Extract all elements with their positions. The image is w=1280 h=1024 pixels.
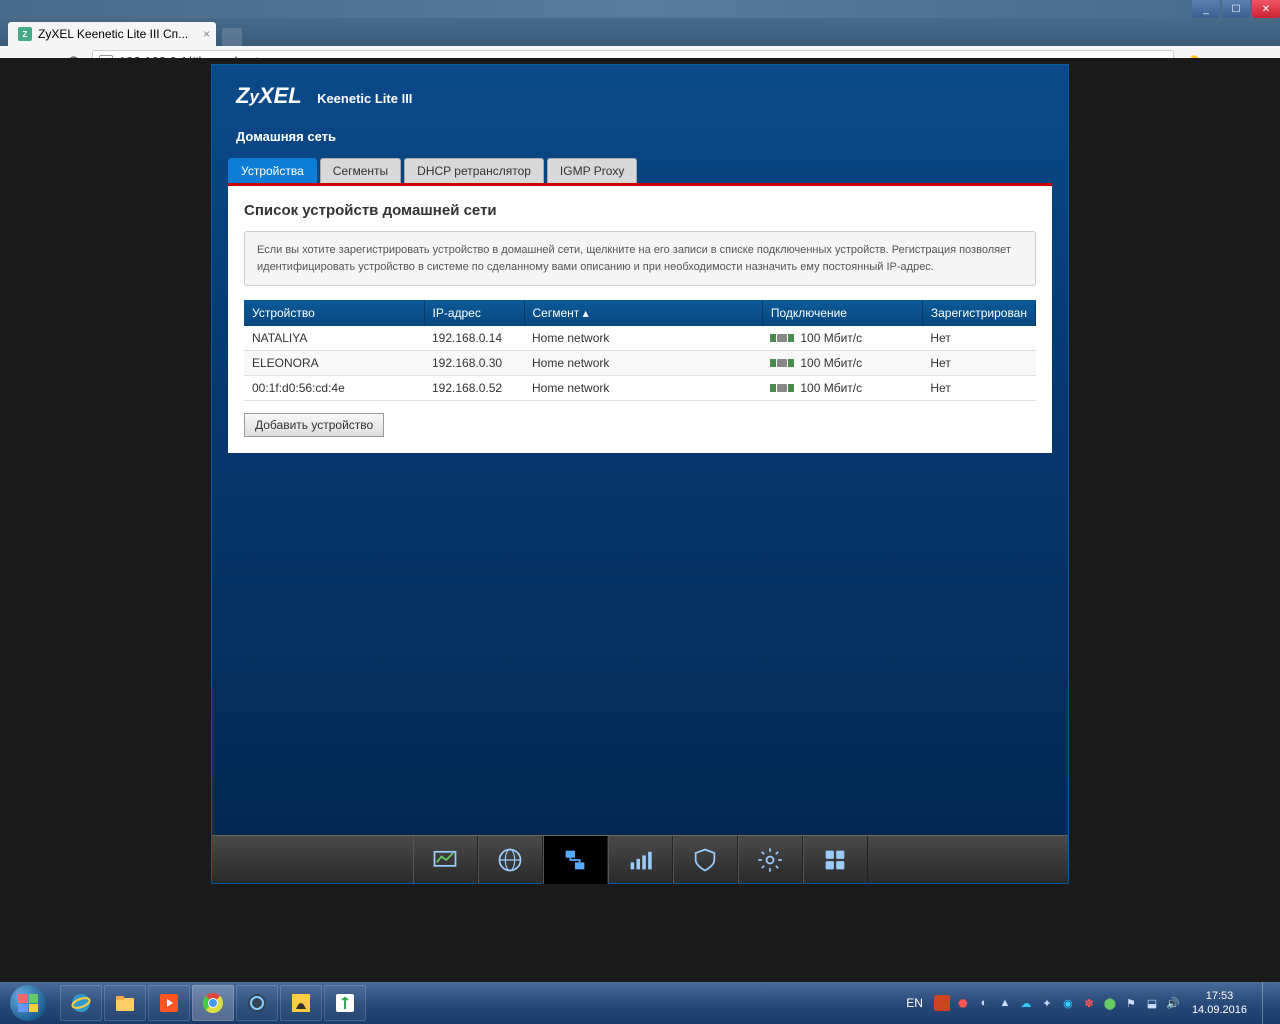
toolbar-gear-button[interactable] bbox=[738, 836, 803, 884]
tray-icon[interactable]: ▲ bbox=[997, 995, 1013, 1011]
window-minimize-button[interactable]: _ bbox=[1192, 0, 1220, 18]
col-device[interactable]: Устройство bbox=[244, 300, 424, 326]
tray-network-icon[interactable]: ⬓ bbox=[1144, 995, 1160, 1011]
taskbar-ie-icon[interactable] bbox=[60, 985, 102, 1021]
taskbar-app3-icon[interactable] bbox=[324, 985, 366, 1021]
device-segment: Home network bbox=[524, 351, 762, 376]
router-bottom-toolbar bbox=[212, 835, 1068, 883]
tab-segments[interactable]: Сегменты bbox=[320, 158, 401, 183]
device-name: 00:1f:d0:56:cd:4e bbox=[244, 376, 424, 401]
content-panel: Список устройств домашней сети Если вы х… bbox=[228, 183, 1052, 453]
toolbar-network-button[interactable] bbox=[543, 836, 608, 884]
device-connection: 100 Мбит/с bbox=[762, 376, 922, 401]
windows-taskbar: EN ⬣ ◐ ▲ ☁ ✦ ◉ ✽ ⬤ ⚑ ⬓ 🔊 17:53 14.09.201… bbox=[0, 982, 1280, 1024]
tray-icon[interactable]: ◉ bbox=[1060, 995, 1076, 1011]
device-registered: Нет bbox=[922, 376, 1035, 401]
device-segment: Home network bbox=[524, 326, 762, 351]
col-ip[interactable]: IP-адрес bbox=[424, 300, 524, 326]
device-segment: Home network bbox=[524, 376, 762, 401]
device-ip: 192.168.0.14 bbox=[424, 326, 524, 351]
col-registered[interactable]: Зарегистрирован bbox=[922, 300, 1035, 326]
ethernet-icon bbox=[770, 334, 794, 342]
tray-icon[interactable]: ⬤ bbox=[1102, 995, 1118, 1011]
router-admin-panel: ZyXEL Keenetic Lite III Домашняя сеть Ус… bbox=[211, 64, 1069, 884]
add-device-button[interactable]: Добавить устройство bbox=[244, 413, 384, 437]
model-name: Keenetic Lite III bbox=[317, 91, 412, 106]
device-ip: 192.168.0.30 bbox=[424, 351, 524, 376]
window-maximize-button[interactable]: ☐ bbox=[1222, 0, 1250, 18]
device-connection: 100 Мбит/с bbox=[762, 326, 922, 351]
taskbar-app2-icon[interactable] bbox=[280, 985, 322, 1021]
tray-language[interactable]: EN bbox=[906, 996, 923, 1010]
new-tab-button[interactable] bbox=[222, 28, 242, 46]
device-name: ELEONORA bbox=[244, 351, 424, 376]
taskbar-chrome-icon[interactable] bbox=[192, 985, 234, 1021]
toolbar-monitor-button[interactable] bbox=[413, 836, 478, 884]
toolbar-apps-button[interactable] bbox=[803, 836, 868, 884]
toolbar-wifi-button[interactable] bbox=[608, 836, 673, 884]
taskbar-media-icon[interactable] bbox=[148, 985, 190, 1021]
info-text: Если вы хотите зарегистрировать устройст… bbox=[244, 231, 1036, 286]
tray-flag-icon[interactable]: ⚑ bbox=[1123, 995, 1139, 1011]
device-connection: 100 Мбит/с bbox=[762, 351, 922, 376]
ethernet-icon bbox=[770, 384, 794, 392]
toolbar-shield-button[interactable] bbox=[673, 836, 738, 884]
window-close-button[interactable]: ✕ bbox=[1252, 0, 1280, 18]
tray-clock[interactable]: 17:53 14.09.2016 bbox=[1186, 989, 1253, 1018]
device-table: Устройство IP-адрес Сегмент ▴ Подключени… bbox=[244, 300, 1036, 401]
col-connection[interactable]: Подключение bbox=[762, 300, 922, 326]
tray-icon[interactable]: ☁ bbox=[1018, 995, 1034, 1011]
show-desktop-button[interactable] bbox=[1262, 982, 1272, 1024]
panel-title: Список устройств домашней сети bbox=[244, 202, 1036, 219]
tray-time: 17:53 bbox=[1192, 989, 1247, 1003]
browser-tab[interactable]: Z ZyXEL Keenetic Lite III Сп... × bbox=[8, 22, 216, 46]
taskbar-explorer-icon[interactable] bbox=[104, 985, 146, 1021]
browser-tab-bar: Z ZyXEL Keenetic Lite III Сп... × bbox=[0, 18, 1280, 46]
start-orb-icon bbox=[10, 985, 46, 1021]
taskbar-app1-icon[interactable] bbox=[236, 985, 278, 1021]
system-tray: EN ⬣ ◐ ▲ ☁ ✦ ◉ ✽ ⬤ ⚑ ⬓ 🔊 17:53 14.09.201… bbox=[906, 982, 1280, 1024]
col-segment[interactable]: Сегмент ▴ bbox=[524, 300, 762, 326]
toolbar-globe-button[interactable] bbox=[478, 836, 543, 884]
tray-volume-icon[interactable]: 🔊 bbox=[1165, 995, 1181, 1011]
device-registered: Нет bbox=[922, 326, 1035, 351]
tab-dhcp-relay[interactable]: DHCP ретранслятор bbox=[404, 158, 544, 183]
brand-logo: ZyXEL bbox=[236, 83, 302, 109]
tab-title: ZyXEL Keenetic Lite III Сп... bbox=[38, 27, 188, 41]
table-row[interactable]: NATALIYA192.168.0.14Home network100 Мбит… bbox=[244, 326, 1036, 351]
content-tabs: Устройства Сегменты DHCP ретранслятор IG… bbox=[212, 158, 1068, 183]
tab-devices[interactable]: Устройства bbox=[228, 158, 317, 183]
table-row[interactable]: 00:1f:d0:56:cd:4e192.168.0.52Home networ… bbox=[244, 376, 1036, 401]
tab-igmp-proxy[interactable]: IGMP Proxy bbox=[547, 158, 637, 183]
tray-icon[interactable]: ◐ bbox=[976, 995, 992, 1011]
ethernet-icon bbox=[770, 359, 794, 367]
device-name: NATALIYA bbox=[244, 326, 424, 351]
tray-icon[interactable] bbox=[934, 995, 950, 1011]
device-registered: Нет bbox=[922, 351, 1035, 376]
section-title: Домашняя сеть bbox=[212, 119, 1068, 158]
tray-icon[interactable]: ⬣ bbox=[955, 995, 971, 1011]
tray-icon[interactable]: ✦ bbox=[1039, 995, 1055, 1011]
tray-date: 14.09.2016 bbox=[1192, 1003, 1247, 1017]
table-row[interactable]: ELEONORA192.168.0.30Home network100 Мбит… bbox=[244, 351, 1036, 376]
start-button[interactable] bbox=[0, 982, 56, 1024]
tab-close-icon[interactable]: × bbox=[203, 27, 210, 41]
tray-icon[interactable]: ✽ bbox=[1081, 995, 1097, 1011]
device-ip: 192.168.0.52 bbox=[424, 376, 524, 401]
tab-favicon-icon: Z bbox=[18, 27, 32, 41]
